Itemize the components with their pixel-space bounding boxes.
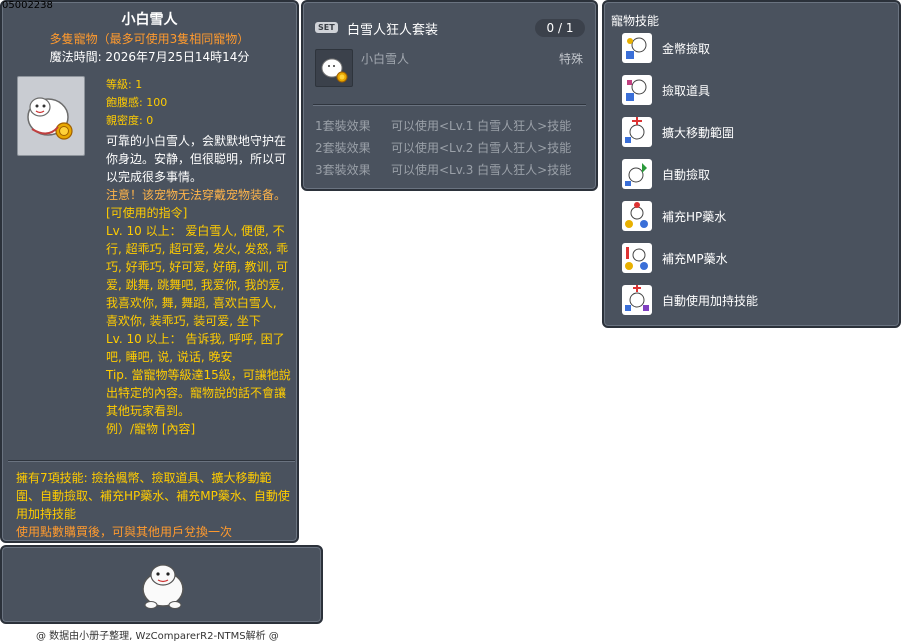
tip-text: Tip. 當寵物等級達15級，可讓牠說出特定的內容。寵物說的話不會讓其他玩家看到… bbox=[106, 368, 291, 418]
auto-buff-icon bbox=[622, 285, 652, 315]
credit-text: @ 数据由小册子整理, WzComparerR2-NTMS解析 @ bbox=[36, 631, 279, 642]
skill-label: 擴大移動範圍 bbox=[662, 126, 735, 140]
divider bbox=[8, 460, 295, 462]
item-description: 可靠的小白雪人，会默默地守护在你身边。安静，但很聪明，所以可以完成很多事情。 注… bbox=[106, 132, 292, 438]
skill-label: 補充HP藥水 bbox=[662, 210, 727, 224]
item-tooltip-panel: 小白雪人 多隻寵物（最多可使用3隻相同寵物） 魔法時間: 2026年7月25日1… bbox=[0, 0, 299, 543]
skill-label: 自動使用加持技能 bbox=[662, 294, 759, 308]
example-text: 例）/寵物 [內容] bbox=[106, 422, 196, 436]
commands-lv10-b: Lv. 10 以上： 告诉我, 呼呼, 困了吧, 睡吧, 说, 说话, 晚安 bbox=[106, 332, 285, 364]
commands-lv10-a: Lv. 10 以上： 爱白雪人, 便便, 不行, 超乖巧, 超可爱, 发火, 发… bbox=[106, 224, 289, 328]
auto-pickup-icon bbox=[622, 159, 652, 189]
item-subtitle: 多隻寵物（最多可使用3隻相同寵物） bbox=[49, 32, 250, 46]
skill-label: 金幣撿取 bbox=[662, 42, 711, 56]
set-effect-row: 3套裝效果 可以使用<Lv.3 白雪人狂人>技能 bbox=[315, 159, 571, 181]
snowman-set-icon bbox=[321, 58, 348, 83]
skills-summary: 擁有7項技能: 撿拾楓幣、撿取道具、擴大移動範圍、自動撿取、補充HP藥水、補充M… bbox=[16, 471, 290, 521]
set-item-icon-frame bbox=[315, 49, 353, 87]
expire-time: 魔法時間: 2026年7月25日14時14分 bbox=[49, 50, 250, 64]
item-title: 小白雪人 bbox=[121, 12, 178, 28]
item-id: 05002238 bbox=[2, 0, 53, 11]
set-effect-text: 可以使用<Lv.2 白雪人狂人>技能 bbox=[391, 141, 572, 155]
skill-label: 自動撿取 bbox=[662, 168, 711, 182]
coin-pickup-icon bbox=[622, 33, 652, 63]
pet-skills-title: 寵物技能 bbox=[611, 14, 660, 28]
set-effect-text: 可以使用<Lv.1 白雪人狂人>技能 bbox=[391, 119, 572, 133]
set-effect-label: 1套裝效果 bbox=[315, 119, 371, 133]
set-name: 白雪人狂人套装 bbox=[347, 23, 439, 38]
set-item-type: 特殊 bbox=[559, 52, 584, 66]
set-count: 0 / 1 bbox=[535, 19, 585, 37]
item-pickup-icon bbox=[622, 75, 652, 105]
set-effect-text: 可以使用<Lv.3 白雪人狂人>技能 bbox=[391, 163, 572, 177]
pet-preview-panel bbox=[0, 545, 323, 624]
set-effect-label: 3套裝效果 bbox=[315, 163, 371, 177]
skills-summary-block: 擁有7項技能: 撿拾楓幣、撿取道具、擴大移動範圍、自動撿取、補充HP藥水、補充M… bbox=[16, 469, 294, 541]
pet-icon-frame bbox=[17, 76, 85, 156]
expand-range-icon bbox=[622, 117, 652, 147]
hp-potion-icon bbox=[622, 201, 652, 231]
set-divider bbox=[313, 104, 586, 106]
skill-label: 撿取道具 bbox=[662, 84, 711, 98]
stat-fullness: 飽腹感: 100 bbox=[106, 96, 168, 109]
skill-label: 補充MP藥水 bbox=[662, 252, 728, 266]
set-effect-panel: SET 白雪人狂人套装 0 / 1 小白雪人 特殊 1套裝效果 可以使用<Lv.1… bbox=[301, 0, 598, 191]
set-effect-row: 2套裝效果 可以使用<Lv.2 白雪人狂人>技能 bbox=[315, 137, 571, 159]
exchange-note: 使用點數購買後，可與其他用戶兌換一次 bbox=[16, 525, 233, 539]
snowman-pet-icon bbox=[27, 97, 73, 140]
set-effects-list: 1套裝效果 可以使用<Lv.1 白雪人狂人>技能 2套裝效果 可以使用<Lv.2 白… bbox=[315, 115, 571, 181]
stat-level: 等級: 1 bbox=[106, 78, 143, 91]
set-effect-row: 1套裝效果 可以使用<Lv.1 白雪人狂人>技能 bbox=[315, 115, 571, 137]
set-badge: SET bbox=[315, 22, 338, 33]
pet-skills-panel: 寵物技能 金幣撿取 撿取道具 擴大移動範圍 自動撿取 補充HP藥水 補充MP藥水… bbox=[602, 0, 901, 328]
set-effect-label: 2套裝效果 bbox=[315, 141, 371, 155]
set-item-name: 小白雪人 bbox=[361, 52, 410, 66]
desc-warning: 注意！该宠物无法穿戴宠物装备。 bbox=[106, 188, 287, 202]
desc-main: 可靠的小白雪人，会默默地守护在你身边。安静，但很聪明，所以可以完成很多事情。 bbox=[106, 134, 287, 184]
mp-potion-icon bbox=[622, 243, 652, 273]
pet-stats: 等級: 1 飽腹感: 100 親密度: 0 bbox=[106, 76, 167, 130]
stat-closeness: 親密度: 0 bbox=[106, 114, 154, 127]
snowman-preview-image bbox=[142, 564, 184, 609]
commands-header: [可使用的指令] bbox=[106, 206, 188, 220]
